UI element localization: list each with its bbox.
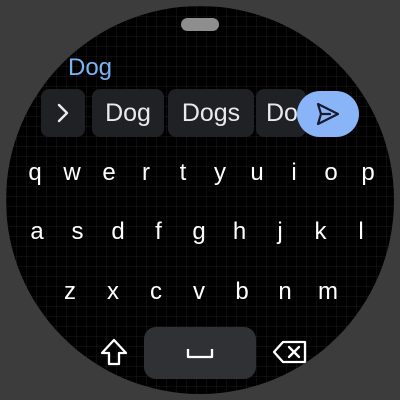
key-x[interactable]: x [100,275,126,309]
key-z[interactable]: z [57,275,83,309]
key-k[interactable]: k [308,215,334,249]
drag-handle[interactable] [181,18,219,31]
shift-icon [100,338,128,366]
key-e[interactable]: e [96,156,122,190]
key-i[interactable]: i [281,156,307,190]
space-key[interactable] [144,327,256,379]
expand-suggestions-button[interactable] [41,89,85,137]
key-l[interactable]: l [348,215,374,249]
key-d[interactable]: d [105,215,131,249]
space-icon [186,349,214,359]
suggestion-chip[interactable]: Dog [92,89,164,137]
backspace-icon [272,340,307,364]
key-q[interactable]: q [22,156,48,190]
suggestion-chip[interactable]: Dogs [168,89,254,137]
key-w[interactable]: w [59,156,85,190]
key-c[interactable]: c [143,275,169,309]
key-n[interactable]: n [272,275,298,309]
send-icon [316,102,340,126]
key-f[interactable]: f [146,215,172,249]
backspace-key[interactable] [268,332,312,372]
key-b[interactable]: b [229,275,255,309]
key-r[interactable]: r [133,156,159,190]
key-m[interactable]: m [315,275,341,309]
key-a[interactable]: a [24,215,50,249]
key-u[interactable]: u [244,156,270,190]
key-s[interactable]: s [65,215,91,249]
chevron-right-icon [57,103,69,123]
key-h[interactable]: h [227,215,253,249]
key-p[interactable]: p [355,156,381,190]
key-t[interactable]: t [170,156,196,190]
key-v[interactable]: v [186,275,212,309]
text-input[interactable]: Dog [68,54,112,82]
send-button[interactable] [297,91,359,137]
key-j[interactable]: j [267,215,293,249]
key-y[interactable]: y [207,156,233,190]
shift-key[interactable] [94,332,134,372]
watch-screen: Dog Dog Dogs Do qwertyuiopasdfghjklzxcvb… [6,6,394,394]
key-o[interactable]: o [318,156,344,190]
key-g[interactable]: g [186,215,212,249]
